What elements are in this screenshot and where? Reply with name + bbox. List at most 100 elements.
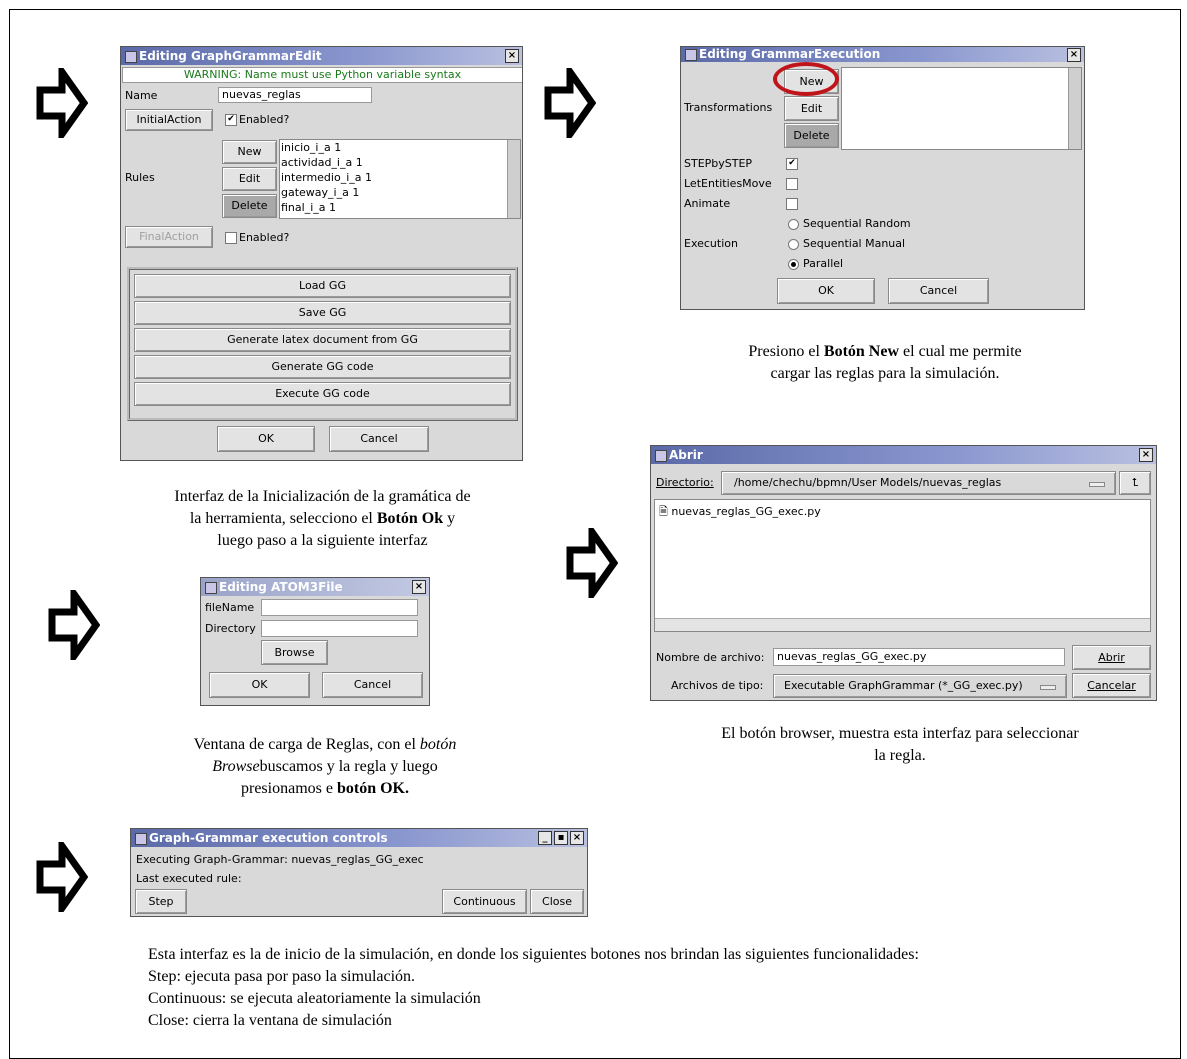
rules-edit-button[interactable]: Edit xyxy=(222,167,277,191)
directory-dropdown[interactable]: /home/chechu/bpmn/User Models/nuevas_reg… xyxy=(721,471,1116,495)
title-bar[interactable]: Editing ATOM3File × xyxy=(201,578,429,596)
caption-bold: Botón New xyxy=(823,343,900,360)
cancel-button[interactable]: Cancelar xyxy=(1072,673,1151,698)
parallel-radio[interactable] xyxy=(788,259,799,270)
caption-text: presionamos e xyxy=(241,780,337,797)
continuous-button[interactable]: Continuous xyxy=(442,889,527,914)
list-item[interactable]: final_i_a 1 xyxy=(281,201,336,214)
save-gg-button[interactable]: Save GG xyxy=(134,301,511,325)
ok-button[interactable]: OK xyxy=(209,672,310,698)
title-bar[interactable]: Graph-Grammar execution controls _ ▪ × xyxy=(131,829,587,847)
window-title: Graph-Grammar execution controls xyxy=(149,831,388,845)
close-icon[interactable]: × xyxy=(412,580,426,594)
edit-button[interactable]: Edit xyxy=(784,96,839,121)
file-type-dropdown[interactable]: Executable GraphGrammar (*_GG_exec.py) xyxy=(773,674,1067,698)
caption-line: la herramienta, selecciono el Botón Ok y xyxy=(110,508,535,530)
window-title: Editing GraphGrammarEdit xyxy=(139,49,322,63)
warning-text: WARNING: Name must use Python variable s… xyxy=(122,67,522,83)
execute-gg-code-button[interactable]: Execute GG code xyxy=(134,382,511,406)
atom3file-window: Editing ATOM3File × fileName Directory Br… xyxy=(200,577,430,706)
generate-latex-button[interactable]: Generate latex document from GG xyxy=(134,328,511,352)
browse-button[interactable]: Browse xyxy=(261,640,328,665)
scrollbar[interactable] xyxy=(1068,68,1081,149)
name-input[interactable]: nuevas_reglas xyxy=(218,87,372,103)
folder-up-icon[interactable]: ⮤ xyxy=(1119,471,1151,495)
cancel-button[interactable]: Cancel xyxy=(329,426,429,452)
caption-line: luego paso a la siguiente interfaz xyxy=(217,532,428,549)
title-bar[interactable]: Abrir × xyxy=(651,446,1156,464)
filename-input[interactable]: nuevas_reglas_GG_exec.py xyxy=(773,648,1065,666)
horizontal-scrollbar[interactable] xyxy=(655,618,1150,631)
filename-input[interactable] xyxy=(261,599,418,616)
grammar-execution-window: Editing GrammarExecution × Transformation… xyxy=(680,46,1085,310)
directory-label: Directory xyxy=(205,622,256,635)
scrollbar[interactable] xyxy=(507,140,520,218)
enabled-checkbox-initial[interactable]: ✔ xyxy=(225,114,237,126)
list-item[interactable]: 🗎 nuevas_reglas_GG_exec.py xyxy=(659,503,821,522)
directory-input[interactable] xyxy=(261,620,418,637)
title-bar[interactable]: Editing GrammarExecution × xyxy=(681,47,1084,62)
title-bar[interactable]: Editing GraphGrammarEdit × xyxy=(121,47,522,65)
caption-italic: botón xyxy=(419,736,457,753)
close-icon[interactable]: × xyxy=(570,831,584,845)
step-by-step-checkbox[interactable]: ✔ xyxy=(786,158,798,170)
caption-line: Presiono el Botón New el cual me permite xyxy=(660,341,1110,363)
transformations-list[interactable] xyxy=(841,67,1082,150)
caption-line: Ventana de carga de Reglas, con el botón xyxy=(120,734,530,756)
window-title: Editing GrammarExecution xyxy=(699,47,881,61)
close-icon[interactable]: × xyxy=(505,49,519,63)
animate-checkbox[interactable] xyxy=(786,198,798,210)
rules-list[interactable]: inicio_i_a 1 actividad_i_a 1 intermedio_… xyxy=(279,139,521,219)
close-button[interactable]: Close xyxy=(530,889,584,914)
open-file-dialog: Abrir × Directorio: /home/chechu/bpmn/Use… xyxy=(650,445,1157,701)
graph-grammar-edit-window: Editing GraphGrammarEdit × WARNING: Name … xyxy=(120,46,523,461)
file-list[interactable]: 🗎 nuevas_reglas_GG_exec.py xyxy=(654,499,1151,632)
sequential-random-label: Sequential Random xyxy=(803,217,911,230)
caption-text: Ventana de carga de Reglas, con el xyxy=(193,736,420,753)
list-item[interactable]: inicio_i_a 1 xyxy=(281,141,341,154)
rules-delete-button[interactable]: Delete xyxy=(222,194,277,218)
initial-action-button[interactable]: InitialAction xyxy=(125,109,213,131)
list-item[interactable]: gateway_i_a 1 xyxy=(281,186,359,199)
right-arrow-icon xyxy=(48,590,100,660)
step-button[interactable]: Step xyxy=(135,889,187,914)
minimize-icon[interactable]: _ xyxy=(538,831,552,845)
rules-new-button[interactable]: New xyxy=(222,140,277,164)
executing-text: Executing Graph-Grammar: nuevas_reglas_G… xyxy=(136,853,424,866)
enabled-label-initial: Enabled? xyxy=(239,113,290,126)
open-button[interactable]: Abrir xyxy=(1072,645,1151,670)
list-item[interactable]: intermedio_i_a 1 xyxy=(281,171,372,184)
caption-text: Presiono el xyxy=(748,343,824,360)
close-icon[interactable]: × xyxy=(1139,448,1153,462)
generate-gg-code-button[interactable]: Generate GG code xyxy=(134,355,511,379)
directory-label: Directorio: xyxy=(656,476,714,489)
let-entities-move-checkbox[interactable] xyxy=(786,178,798,190)
caption-line: Continuous: se ejecuta aleatoriamente la… xyxy=(148,990,481,1007)
final-action-button[interactable]: FinalAction xyxy=(125,226,213,248)
close-icon[interactable]: × xyxy=(1067,48,1081,62)
execution-label: Execution xyxy=(684,237,738,250)
cancel-button[interactable]: Cancel xyxy=(888,278,989,304)
load-gg-button[interactable]: Load GG xyxy=(134,274,511,298)
cancel-button[interactable]: Cancel xyxy=(322,672,423,698)
let-entities-move-label: LetEntitiesMove xyxy=(684,177,772,190)
sequential-random-radio[interactable] xyxy=(788,219,799,230)
caption-text: la herramienta, selecciono el xyxy=(189,510,377,527)
filename-label: fileName xyxy=(205,601,255,614)
caption-text: y xyxy=(443,510,456,527)
caption-text: el cual me permite xyxy=(899,343,1022,360)
file-type-value: Executable GraphGrammar (*_GG_exec.py) xyxy=(784,679,1023,692)
ok-button[interactable]: OK xyxy=(217,426,315,452)
maximize-icon[interactable]: ▪ xyxy=(554,831,568,845)
delete-button[interactable]: Delete xyxy=(784,123,839,148)
window-title: Editing ATOM3File xyxy=(219,580,343,594)
sequential-manual-label: Sequential Manual xyxy=(803,237,906,250)
list-item[interactable]: actividad_i_a 1 xyxy=(281,156,363,169)
enabled-checkbox-final[interactable] xyxy=(225,232,237,244)
caption-italic: Browse xyxy=(212,758,260,775)
caption-bold: Botón Ok xyxy=(376,510,444,527)
sequential-manual-radio[interactable] xyxy=(788,239,799,250)
ok-button[interactable]: OK xyxy=(777,278,875,304)
window-title: Abrir xyxy=(669,448,703,462)
name-label: Name xyxy=(125,89,158,102)
